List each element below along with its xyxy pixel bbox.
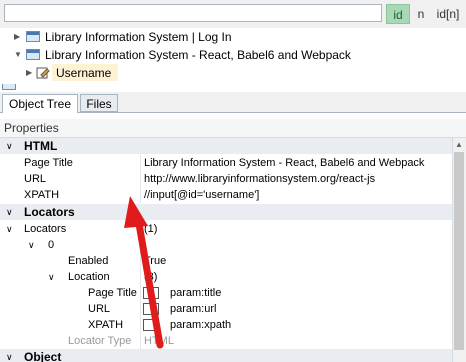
annotation-arrow-icon xyxy=(124,196,164,349)
